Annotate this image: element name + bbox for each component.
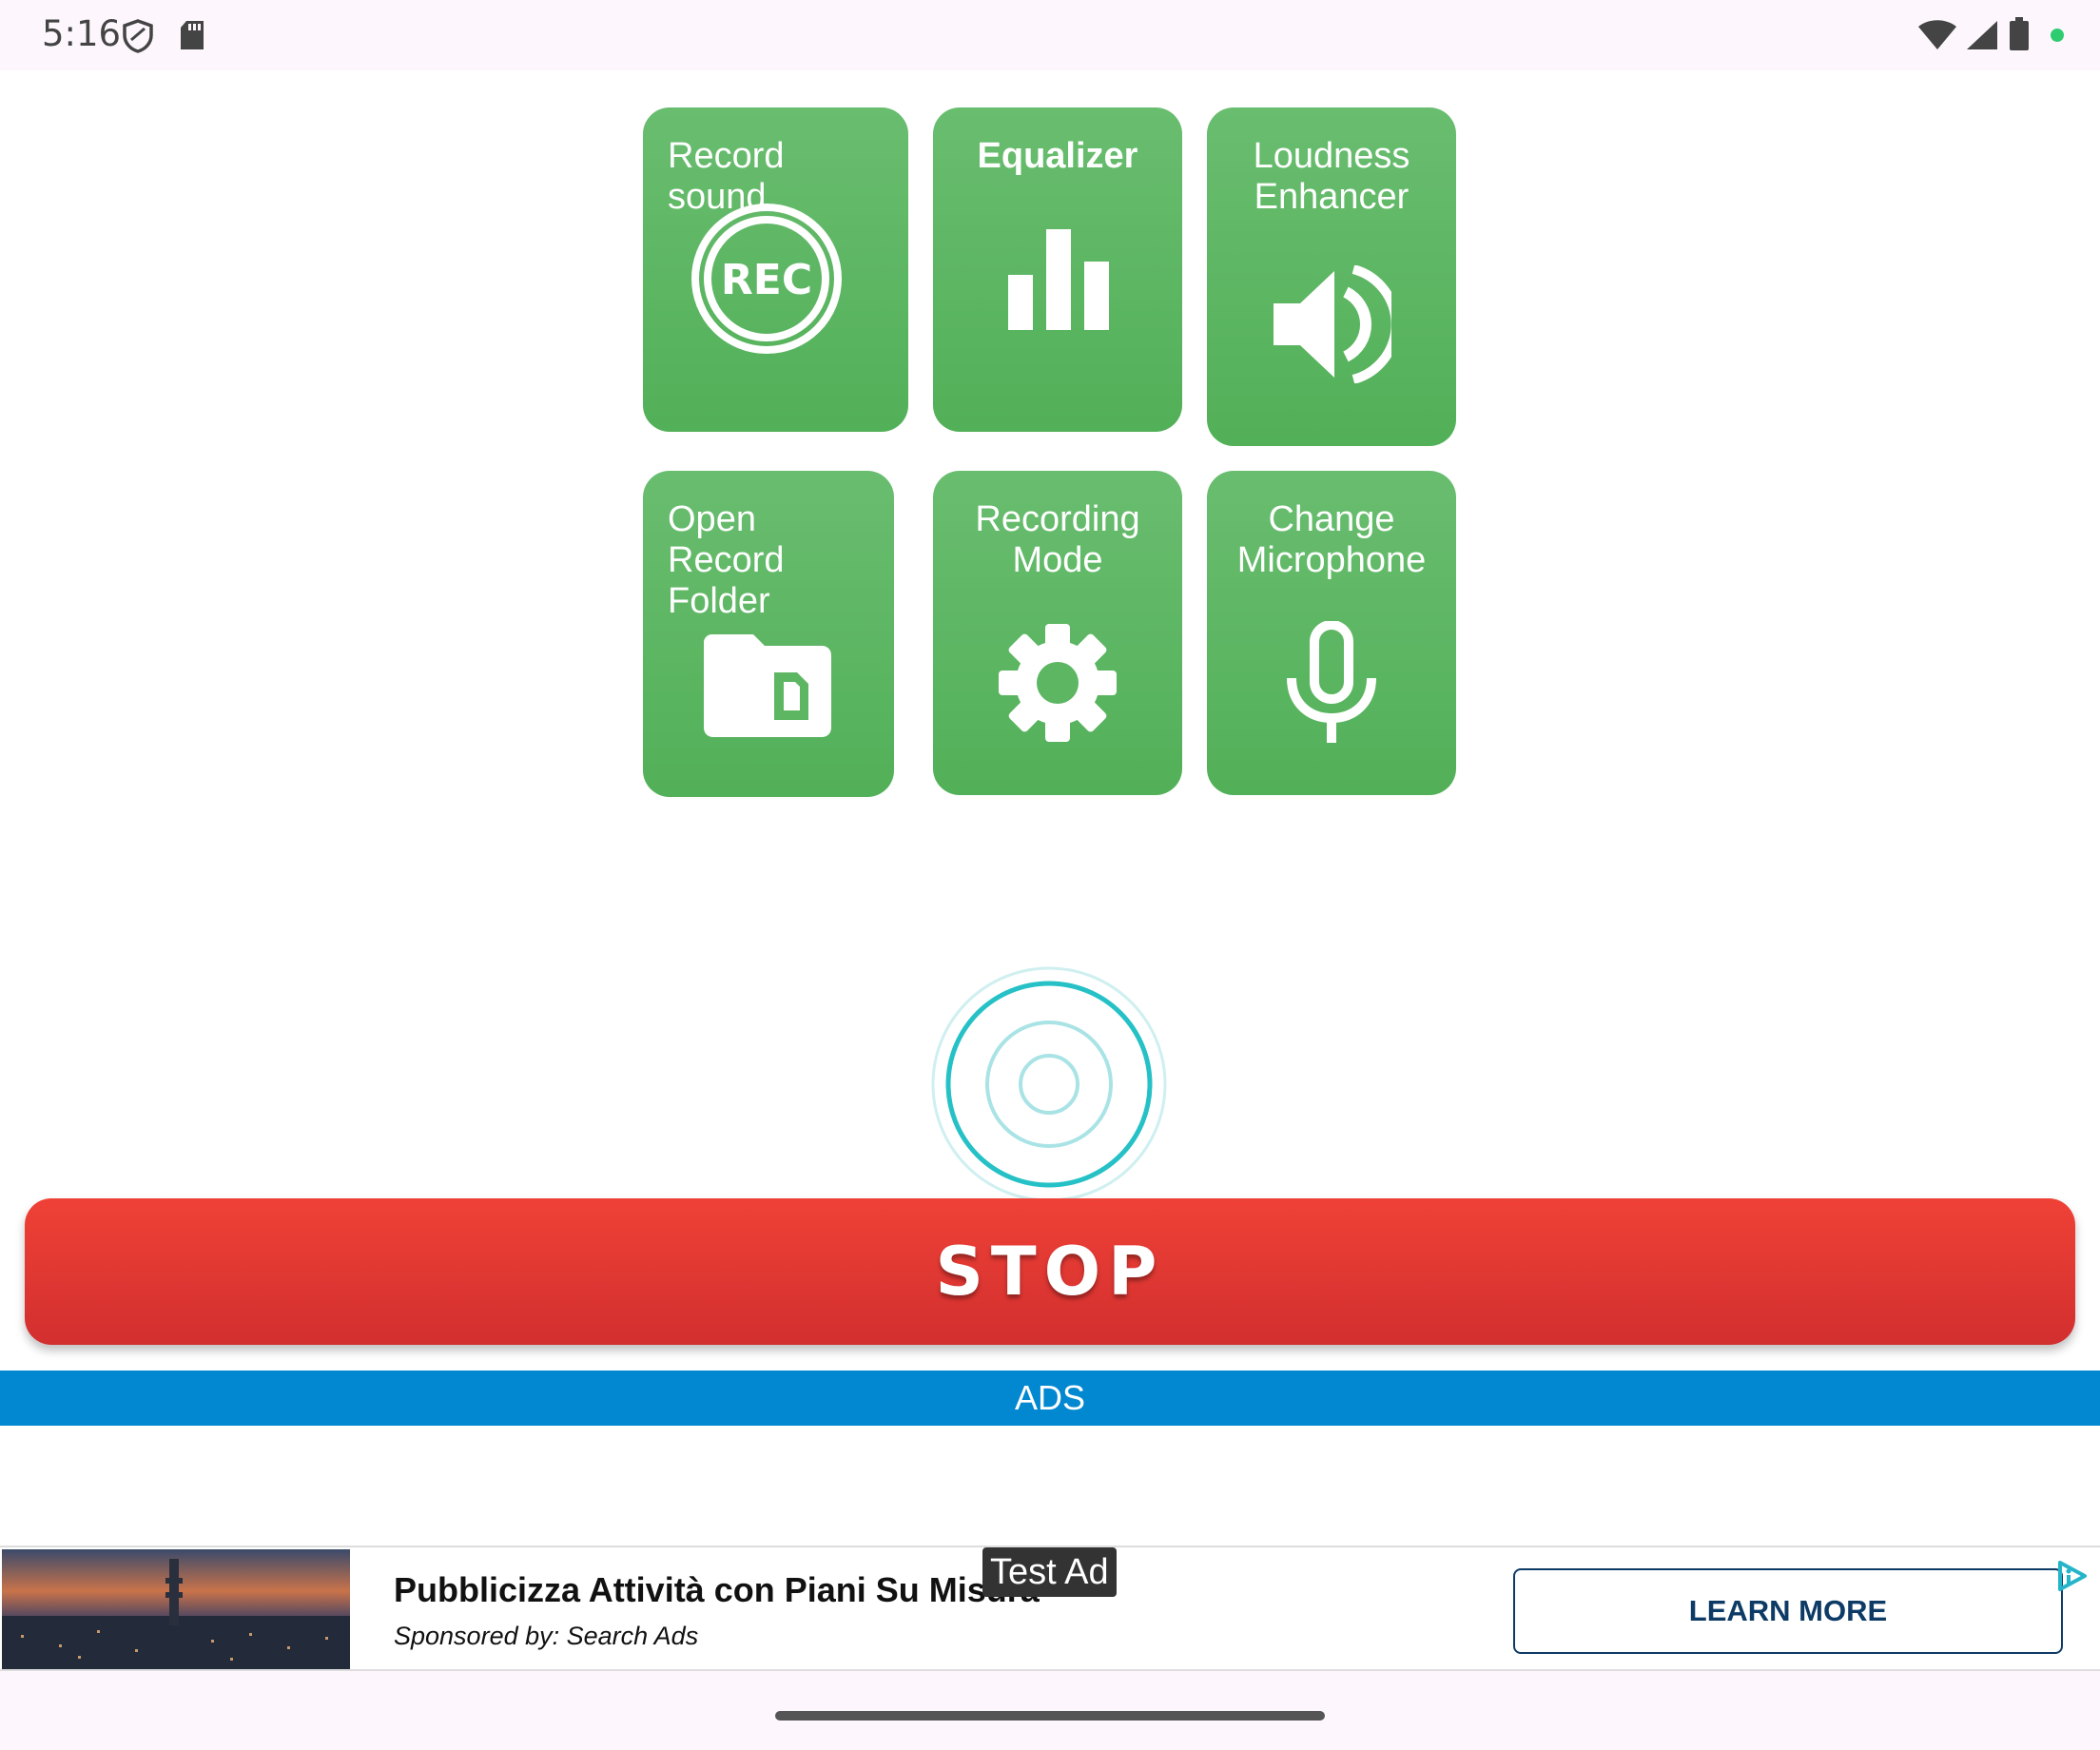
loudness-enhancer-tile[interactable]: Loudness Enhancer xyxy=(1207,107,1456,446)
signal-icon xyxy=(1965,19,1999,56)
tile-label: Change Microphone xyxy=(1236,499,1427,580)
shield-icon xyxy=(122,19,154,58)
screen: 5:16 Record sound REC Equalizer Loudness… xyxy=(0,0,2100,1750)
privacy-indicator-dot xyxy=(2051,29,2064,42)
microphone-icon xyxy=(1286,620,1377,748)
equalizer-tile[interactable]: Equalizer xyxy=(933,107,1182,432)
stop-button[interactable]: STOP xyxy=(25,1198,2075,1345)
sd-card-icon xyxy=(179,19,205,56)
ad-sponsor: Sponsored by: Search Ads xyxy=(394,1622,699,1650)
tile-label: Equalizer xyxy=(977,136,1138,176)
learn-more-button[interactable]: LEARN MORE xyxy=(1513,1568,2063,1654)
change-microphone-tile[interactable]: Change Microphone xyxy=(1207,471,1456,795)
ad-title[interactable]: Pubblicizza Attività con Piani Su Misura xyxy=(394,1570,1040,1610)
adchoices-icon[interactable] xyxy=(2054,1559,2089,1598)
status-time: 5:16 xyxy=(42,13,122,54)
gear-icon xyxy=(998,623,1118,748)
tile-label: Open Record Folder xyxy=(668,499,785,621)
tile-label: Recording Mode xyxy=(975,499,1140,580)
equalizer-icon xyxy=(1006,227,1111,337)
status-bar: 5:16 xyxy=(0,0,2100,70)
wifi-icon xyxy=(1917,19,1957,56)
record-sound-tile[interactable]: Record sound REC xyxy=(643,107,908,432)
battery-icon xyxy=(2009,17,2030,56)
ad-city-image[interactable] xyxy=(2,1549,350,1669)
home-gesture-handle[interactable] xyxy=(775,1711,1325,1721)
recording-mode-tile[interactable]: Recording Mode xyxy=(933,471,1182,795)
test-ad-badge: Test Ad xyxy=(982,1547,1117,1597)
ads-label-bar: ADS xyxy=(0,1371,2100,1426)
speaker-icon xyxy=(1272,264,1401,388)
recording-indicator xyxy=(927,962,1171,1206)
tile-label: Loudness Enhancer xyxy=(1253,136,1410,217)
open-record-folder-tile[interactable]: Open Record Folder xyxy=(643,471,894,797)
rec-icon-text: REC xyxy=(721,256,812,304)
folder-icon xyxy=(704,632,831,742)
navigation-bar xyxy=(0,1671,2100,1750)
rec-icon: REC xyxy=(690,203,843,360)
